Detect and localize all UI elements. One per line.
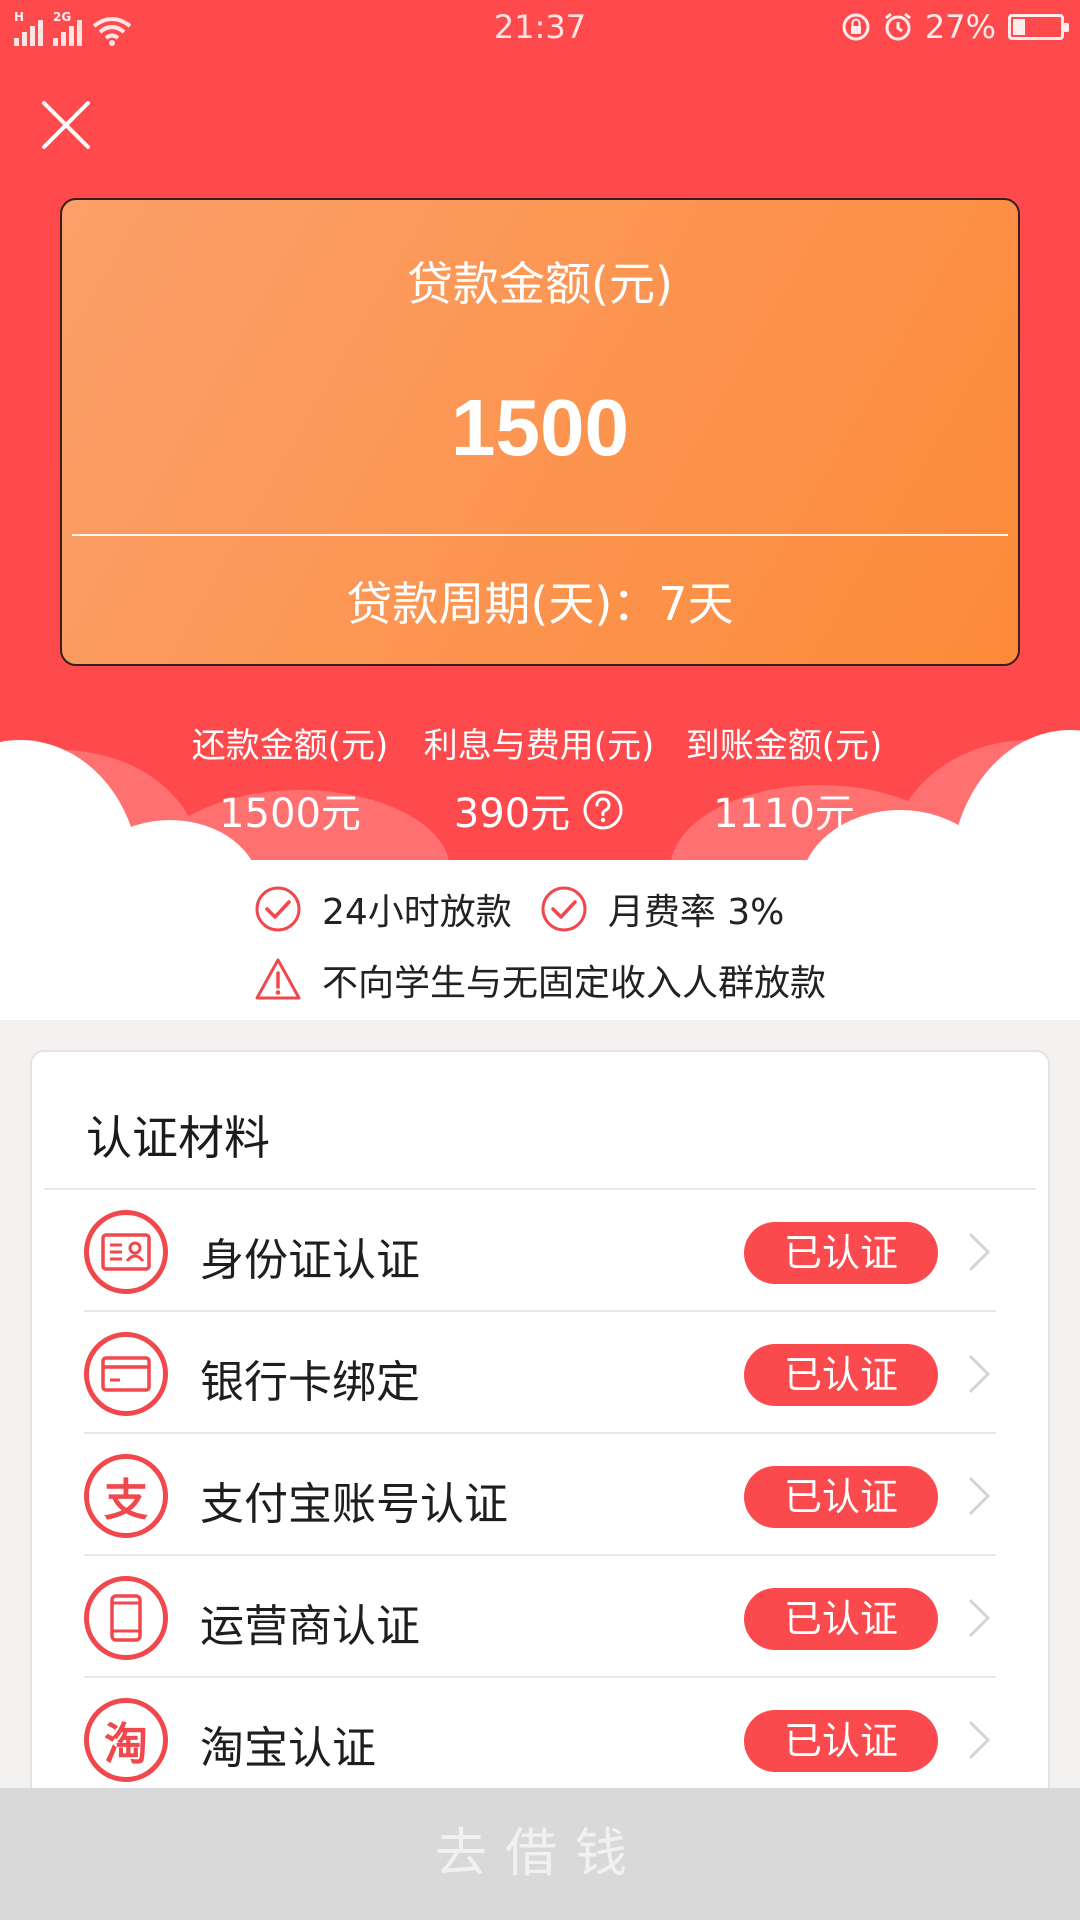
feature-label: 24小时放款 bbox=[322, 892, 512, 933]
summary-value-text: 1110元 bbox=[713, 791, 855, 837]
bank-card-icon bbox=[84, 1332, 168, 1416]
card-divider bbox=[72, 534, 1008, 536]
alipay-icon: 支 bbox=[84, 1454, 168, 1538]
battery-fill bbox=[1013, 19, 1025, 35]
rotation-lock-icon bbox=[842, 13, 870, 41]
cert-row-taobao[interactable]: 淘 淘宝认证 已认证 bbox=[84, 1678, 996, 1800]
certification-title: 认证材料 bbox=[86, 1111, 270, 1165]
cert-status-badge: 已认证 bbox=[744, 1466, 938, 1528]
feature-row: 24小时放款 月费率 3% bbox=[254, 880, 792, 938]
feature-label: 月费率 3% bbox=[607, 892, 785, 933]
chevron-right-icon bbox=[968, 1476, 991, 1516]
cert-name: 支付宝账号认证 bbox=[200, 1479, 508, 1530]
cert-row-bank-card[interactable]: 银行卡绑定 已认证 bbox=[84, 1312, 996, 1434]
taobao-icon: 淘 bbox=[84, 1698, 168, 1782]
borrow-button[interactable]: 去借钱 bbox=[0, 1788, 1080, 1920]
repayment-amount: 还款金额(元) 1500元 bbox=[190, 718, 390, 839]
cert-row-carrier[interactable]: 运营商认证 已认证 bbox=[84, 1556, 996, 1678]
loan-period: 贷款周期(天)：7天 bbox=[346, 577, 734, 631]
close-icon[interactable] bbox=[36, 95, 96, 155]
alarm-icon bbox=[884, 12, 911, 41]
loan-amount-value: 1500 bbox=[451, 383, 629, 472]
status-right: 27% bbox=[841, 8, 1069, 46]
cert-name: 淘宝认证 bbox=[200, 1723, 376, 1774]
chevron-right-icon bbox=[968, 1354, 991, 1394]
summary-title: 还款金额(元) bbox=[191, 726, 389, 766]
feature-item: 24小时放款 bbox=[254, 883, 512, 935]
id-card-icon bbox=[84, 1210, 168, 1294]
chevron-right-icon bbox=[968, 1232, 991, 1272]
cert-status-badge: 已认证 bbox=[744, 1588, 938, 1650]
cert-row-alipay[interactable]: 支 支付宝账号认证 已认证 bbox=[84, 1434, 996, 1556]
loan-amount-label: 贷款金额(元) bbox=[407, 257, 673, 311]
warning-row: 不向学生与无固定收入人群放款 bbox=[254, 952, 826, 1008]
cert-name: 运营商认证 bbox=[200, 1601, 420, 1652]
received-amount: 到账金额(元) 1110元 bbox=[684, 718, 884, 839]
cert-status-badge: 已认证 bbox=[744, 1344, 938, 1406]
summary-value-text: 1500元 bbox=[219, 791, 361, 837]
chevron-right-icon bbox=[968, 1598, 991, 1638]
battery-icon bbox=[1008, 14, 1069, 40]
status-bar: H 2G 21:37 27% bbox=[0, 0, 1080, 56]
check-circle-icon bbox=[541, 886, 587, 932]
repayment-summary: 还款金额(元) 1500元 利息与费用(元) 390元 到账金额(元) 1110… bbox=[0, 718, 1080, 837]
summary-value: 390元 bbox=[418, 781, 660, 839]
chevron-right-icon bbox=[968, 1720, 991, 1760]
warning-icon bbox=[255, 958, 301, 1000]
cert-name: 身份证认证 bbox=[200, 1235, 420, 1286]
summary-title: 利息与费用(元) bbox=[423, 726, 655, 766]
hero-section: H 2G 21:37 27% 贷款金额(元) 1500 贷款周期(天)：7天 还… bbox=[0, 0, 1080, 860]
info-band: 24小时放款 月费率 3% 不向学生与无固定收入人群放款 bbox=[0, 860, 1080, 1020]
cert-row-id-card[interactable]: 身份证认证 已认证 bbox=[84, 1190, 996, 1312]
check-circle-icon bbox=[255, 886, 301, 932]
summary-value: 1500元 bbox=[190, 781, 390, 839]
summary-title: 到账金额(元) bbox=[685, 726, 883, 766]
phone-icon bbox=[84, 1576, 168, 1660]
cert-status-badge: 已认证 bbox=[744, 1710, 938, 1772]
feature-item: 月费率 3% bbox=[540, 883, 785, 935]
question-icon[interactable] bbox=[582, 789, 624, 831]
cert-status-badge: 已认证 bbox=[744, 1222, 938, 1284]
warning-text: 不向学生与无固定收入人群放款 bbox=[322, 963, 827, 1004]
cert-name: 银行卡绑定 bbox=[200, 1357, 420, 1408]
summary-value-text: 390元 bbox=[453, 791, 571, 837]
summary-value: 1110元 bbox=[684, 781, 884, 839]
battery-percent: 27% bbox=[924, 8, 996, 46]
loan-amount-card: 贷款金额(元) 1500 贷款周期(天)：7天 bbox=[60, 198, 1020, 666]
interest-fees: 利息与费用(元) 390元 bbox=[418, 718, 660, 839]
